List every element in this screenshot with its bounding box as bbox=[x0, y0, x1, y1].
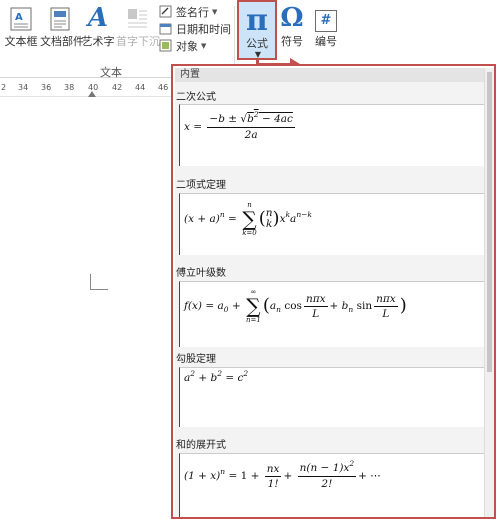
quickparts-icon bbox=[40, 2, 80, 32]
ruler-tick: 2 bbox=[1, 83, 7, 92]
scrollbar-thumb[interactable] bbox=[487, 72, 492, 372]
group-separator bbox=[234, 6, 235, 70]
ruler-tick: 46 bbox=[158, 83, 169, 92]
number-label: 编号 bbox=[315, 35, 337, 48]
margin-corner-mark bbox=[90, 274, 108, 290]
date-time-button[interactable]: 日期和时间 bbox=[158, 20, 234, 37]
symbol-button[interactable]: Ω 符号 bbox=[278, 2, 306, 48]
textbox-button[interactable]: A 文本框 bbox=[2, 2, 40, 48]
object-button[interactable]: 对象 ▼ bbox=[158, 37, 234, 54]
equation-button[interactable]: π 公式 ▼ bbox=[237, 0, 277, 60]
textbox-label: 文本框 bbox=[4, 35, 38, 48]
wordart-icon: A bbox=[87, 3, 109, 33]
equation-item-binomial[interactable]: (x + a) n = n ∑ k=0 (n k) x k a n−k bbox=[179, 193, 486, 255]
ruler-tick: 36 bbox=[41, 83, 52, 92]
signature-icon bbox=[158, 5, 173, 18]
ruler-tick: 42 bbox=[112, 83, 123, 92]
document-page[interactable] bbox=[0, 98, 174, 519]
dropcap-label: 首字下沉 bbox=[116, 35, 160, 48]
equation-item-pythagorean[interactable]: a2 + b2 = c2 bbox=[179, 367, 486, 427]
pi-icon: π bbox=[246, 3, 268, 38]
quickparts-button[interactable]: 文档部件 bbox=[40, 2, 84, 48]
chevron-down-icon: ▼ bbox=[201, 41, 207, 50]
wordart-button[interactable]: A 艺术字 bbox=[80, 2, 116, 48]
ruler-tick: 44 bbox=[135, 83, 146, 92]
equation-title: 和的展开式 bbox=[176, 440, 226, 451]
equation-item-fourier[interactable]: f(x) = a0 + ∞ ∑ n=1 (a n cos nπx L + bn sin … bbox=[179, 281, 486, 347]
gallery-scrollbar[interactable] bbox=[484, 68, 494, 517]
gallery-section-header: 内置 bbox=[175, 68, 486, 82]
equation-title: 勾股定理 bbox=[176, 354, 216, 365]
dropcap-button[interactable]: 首字下沉 bbox=[116, 2, 160, 48]
indent-marker[interactable] bbox=[88, 91, 96, 97]
ruler-tick: 34 bbox=[18, 83, 29, 92]
textbox-icon: A bbox=[2, 2, 40, 32]
number-button[interactable]: # 编号 bbox=[310, 2, 342, 48]
object-icon bbox=[158, 39, 173, 52]
number-icon: # bbox=[310, 2, 342, 32]
equation-title: 傅立叶级数 bbox=[176, 268, 226, 279]
wordart-label: 艺术字 bbox=[81, 35, 115, 48]
equation-title: 二项式定理 bbox=[176, 180, 226, 191]
equation-gallery: 内置 二次公式 x = −b ± √b2 − 4ac 2a 二项式定理 (x + … bbox=[171, 64, 496, 519]
text-small-buttons: 签名行 ▼ 日期和时间 对象 ▼ bbox=[158, 3, 234, 54]
dropcap-icon bbox=[116, 2, 158, 32]
signature-line-button[interactable]: 签名行 ▼ bbox=[158, 3, 234, 20]
horizontal-ruler[interactable]: 2 34 36 38 40 42 44 46 bbox=[0, 80, 174, 97]
equation-item-expansion[interactable]: (1 + x) n = 1 + nx 1! + n(n − 1)x2 2! + ⋯ bbox=[179, 453, 486, 517]
symbol-label: 符号 bbox=[281, 35, 303, 48]
calendar-icon bbox=[158, 22, 173, 35]
quickparts-label: 文档部件 bbox=[40, 35, 84, 48]
equation-item-quadratic[interactable]: x = −b ± √b2 − 4ac 2a bbox=[179, 104, 486, 166]
ruler-tick: 38 bbox=[64, 83, 75, 92]
chevron-down-icon: ▼ bbox=[212, 7, 218, 16]
gallery-content: 内置 二次公式 x = −b ± √b2 − 4ac 2a 二项式定理 (x + … bbox=[175, 68, 486, 517]
omega-icon: Ω bbox=[280, 3, 304, 33]
svg-text:A: A bbox=[15, 12, 23, 23]
group-label-text: 文本 bbox=[100, 66, 122, 79]
equation-title: 二次公式 bbox=[176, 92, 216, 103]
